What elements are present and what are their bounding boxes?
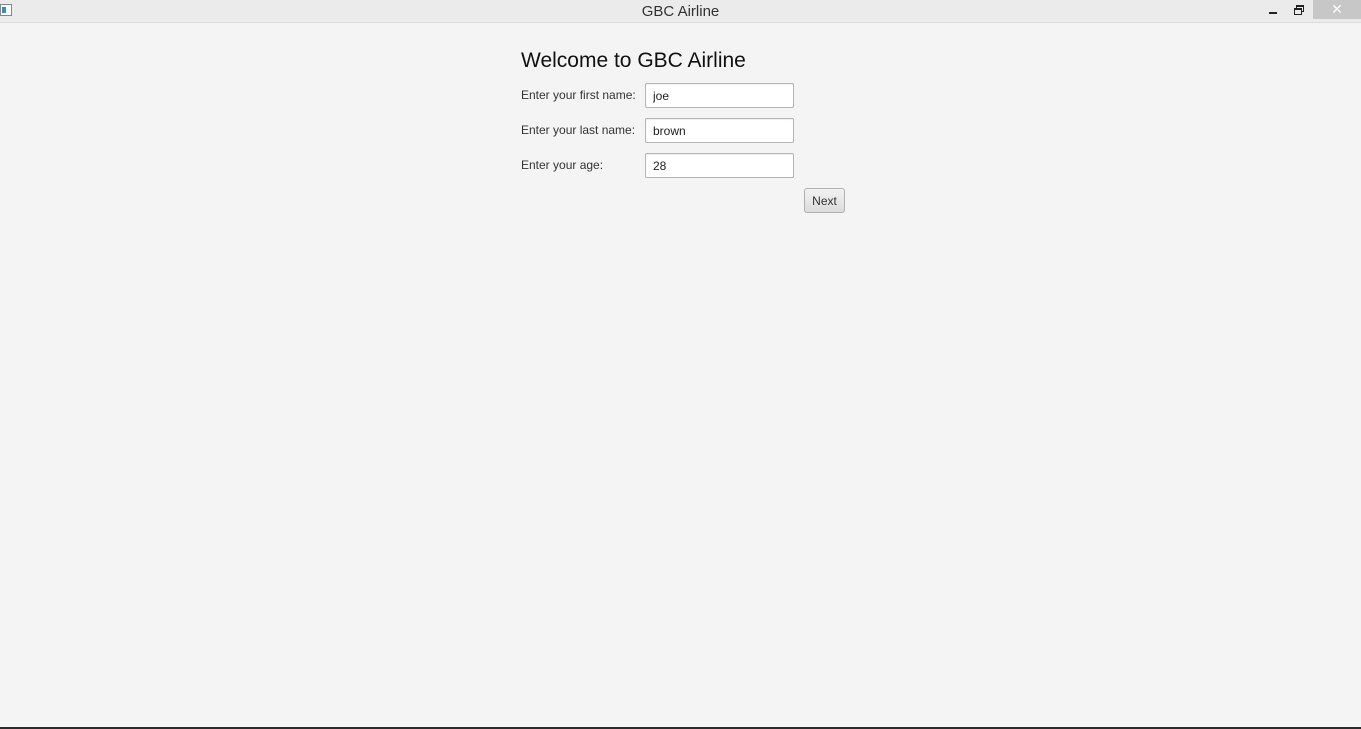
close-button[interactable]: ✕	[1313, 0, 1361, 19]
page-title: Welcome to GBC Airline	[521, 49, 746, 72]
welcome-form: Welcome to GBC Airline Enter your first …	[521, 47, 845, 213]
window-title: GBC Airline	[641, 3, 720, 20]
app-icon[interactable]	[0, 4, 12, 16]
first-name-input[interactable]	[645, 83, 794, 108]
age-label: Enter your age:	[521, 158, 604, 172]
last-name-label: Enter your last name:	[521, 123, 636, 137]
first-name-label: Enter your first name:	[521, 88, 636, 102]
restore-button[interactable]	[1287, 0, 1311, 19]
restore-icon	[1294, 4, 1304, 15]
minimize-button[interactable]	[1261, 0, 1285, 19]
next-button[interactable]: Next	[804, 188, 845, 213]
app-window: GBC Airline ✕ Welcome to GBC Airline Ent…	[0, 0, 1361, 729]
title-bar[interactable]: GBC Airline ✕	[0, 0, 1361, 23]
age-input[interactable]	[645, 153, 794, 178]
close-icon: ✕	[1331, 1, 1343, 17]
minimize-icon	[1269, 11, 1277, 14]
last-name-input[interactable]	[645, 118, 794, 143]
